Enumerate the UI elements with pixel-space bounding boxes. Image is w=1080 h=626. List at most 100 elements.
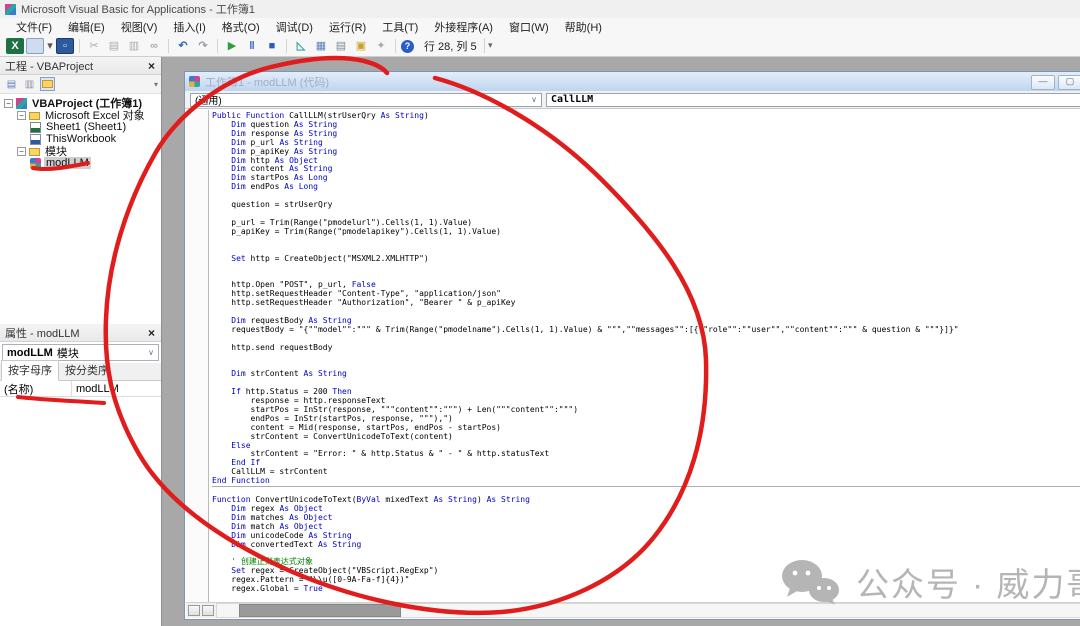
procedure-view-button[interactable]	[188, 605, 200, 616]
code-window-title: 工作簿1 - modLLM (代码)	[205, 74, 329, 90]
code-editor[interactable]: Public Function CallLLM(strUserQry As St…	[209, 110, 1080, 602]
properties-window-icon[interactable]: ▤	[332, 38, 350, 54]
project-panel-close-icon[interactable]: ×	[144, 59, 159, 73]
code-line[interactable]: Dim http As Object	[212, 157, 1080, 166]
toggle-folders-icon[interactable]	[40, 77, 55, 91]
menu-item[interactable]: 窗口(W)	[501, 18, 557, 36]
tree-item-microsoft-excel-[interactable]: −Microsoft Excel 对象	[0, 109, 161, 121]
tree-item--[interactable]: −模块	[0, 145, 161, 157]
code-line[interactable]: End Function	[212, 477, 1080, 487]
horizontal-scrollbar-thumb[interactable]	[239, 604, 401, 617]
project-explorer-icon[interactable]: ▦	[312, 38, 330, 54]
code-margin-indicator-bar[interactable]	[186, 110, 209, 602]
design-mode-icon[interactable]: ◺	[292, 38, 310, 54]
properties-object-combo[interactable]: modLLM 模块 ∨	[2, 344, 159, 361]
tree-item-thisworkbook[interactable]: ThisWorkbook	[0, 133, 161, 145]
code-line[interactable]: http.setRequestHeader "Authorization", "…	[212, 299, 1080, 308]
code-line[interactable]: Dim strContent As String	[212, 370, 1080, 379]
view-code-icon[interactable]: ▤	[4, 77, 19, 91]
code-line[interactable]: strContent = "Error: " & http.Status & "…	[212, 450, 1080, 459]
property-row[interactable]: (名称) modLLM	[0, 381, 161, 397]
properties-panel-close-icon[interactable]: ×	[144, 326, 159, 340]
code-line[interactable]: requestBody = "{""model"":""" & Trim(Ran…	[212, 326, 1080, 335]
tree-expander-icon[interactable]: −	[17, 147, 26, 156]
code-line[interactable]: Public Function CallLLM(strUserQry As St…	[212, 112, 1080, 121]
procedure-dropdown[interactable]: CallLLM	[546, 93, 1080, 107]
code-line[interactable]: p_apiKey = Trim(Range("pmodelapikey").Ce…	[212, 228, 1080, 237]
find-icon[interactable]: ∞	[145, 38, 163, 54]
properties-panel-title: 属性 - modLLM	[5, 325, 144, 341]
property-value[interactable]: modLLM	[72, 383, 119, 395]
menu-item[interactable]: 视图(V)	[113, 18, 166, 36]
redo-icon[interactable]: ↷	[194, 38, 212, 54]
code-line[interactable]: Dim question As String	[212, 121, 1080, 130]
project-panel-toolbar: ▤ ▥ ▾	[0, 75, 161, 94]
menu-item[interactable]: 运行(R)	[321, 18, 374, 36]
tree-expander-icon[interactable]: −	[17, 111, 26, 120]
code-line[interactable]	[212, 263, 1080, 272]
code-line[interactable]: Dim p_url As String	[212, 139, 1080, 148]
tab-alphabetic[interactable]: 按字母序	[1, 360, 59, 381]
code-line[interactable]: Dim content As String	[212, 165, 1080, 174]
project-tree: −VBAProject (工作簿1)−Microsoft Excel 对象She…	[0, 94, 161, 324]
code-window-title-bar[interactable]: 工作簿1 - modLLM (代码) — ▢	[185, 72, 1080, 91]
code-line[interactable]: strContent = ConvertUnicodeToText(conten…	[212, 433, 1080, 442]
code-line[interactable]: http.send requestBody	[212, 344, 1080, 353]
reset-icon[interactable]: ■	[263, 38, 281, 54]
code-line[interactable]	[212, 335, 1080, 344]
code-line[interactable]	[212, 549, 1080, 558]
view-object-icon[interactable]: ▥	[22, 77, 37, 91]
code-line[interactable]	[212, 352, 1080, 361]
object-dropdown[interactable]: (通用) ∨	[190, 93, 542, 107]
tree-expander-icon[interactable]: −	[4, 99, 13, 108]
code-line[interactable]: Dim endPos As Long	[212, 183, 1080, 192]
folder-icon	[29, 148, 40, 156]
excel-icon[interactable]: X	[6, 38, 24, 54]
code-line[interactable]: Function ConvertUnicodeToText(ByVal mixe…	[212, 496, 1080, 505]
code-line[interactable]: End If	[212, 459, 1080, 468]
save-icon[interactable]: ▫	[56, 38, 74, 54]
help-icon[interactable]: ?	[401, 40, 414, 53]
code-line[interactable]: Dim response As String	[212, 130, 1080, 139]
cut-icon[interactable]: ✂	[85, 38, 103, 54]
tab-categorized[interactable]: 按分类序	[59, 361, 115, 380]
project-panel-header[interactable]: 工程 - VBAProject ×	[0, 57, 161, 75]
tree-item-modllm[interactable]: modLLM	[0, 157, 161, 169]
code-line[interactable]: question = strUserQry	[212, 201, 1080, 210]
property-name: (名称)	[0, 381, 72, 396]
code-line[interactable]: Dim regex As Object	[212, 505, 1080, 514]
menu-item[interactable]: 编辑(E)	[60, 18, 113, 36]
code-line[interactable]: Dim matches As Object	[212, 514, 1080, 523]
maximize-button[interactable]: ▢	[1058, 75, 1080, 90]
code-line[interactable]: CallLLM = strContent	[212, 468, 1080, 477]
code-line[interactable]: Set http = CreateObject("MSXML2.XMLHTTP"…	[212, 255, 1080, 264]
dropdown-caret[interactable]: ▾	[46, 38, 54, 54]
object-browser-icon[interactable]: ▣	[352, 38, 370, 54]
project-explorer-panel: 工程 - VBAProject × ▤ ▥ ▾ −VBAProject (工作簿…	[0, 57, 162, 324]
copy-icon[interactable]: ▤	[105, 38, 123, 54]
break-icon[interactable]: ‖	[243, 38, 261, 54]
properties-panel-header[interactable]: 属性 - modLLM ×	[0, 324, 161, 342]
undo-icon[interactable]: ↶	[174, 38, 192, 54]
menu-item[interactable]: 帮助(H)	[557, 18, 610, 36]
properties-empty-area	[0, 397, 161, 626]
paste-icon[interactable]: ▥	[125, 38, 143, 54]
code-line[interactable]: Dim startPos As Long	[212, 174, 1080, 183]
insert-userform-icon[interactable]	[26, 38, 44, 54]
chevron-down-icon[interactable]: ▾	[154, 80, 158, 89]
code-line[interactable]	[212, 192, 1080, 201]
menu-item[interactable]: 调试(D)	[268, 18, 321, 36]
minimize-button[interactable]: —	[1031, 75, 1055, 90]
menu-item[interactable]: 文件(F)	[8, 18, 60, 36]
toolbar-overflow-chevron-icon[interactable]: ▾	[484, 38, 496, 53]
full-module-view-button[interactable]	[202, 605, 214, 616]
menu-item[interactable]: 工具(T)	[374, 18, 426, 36]
menu-item[interactable]: 插入(I)	[165, 18, 213, 36]
menu-item[interactable]: 格式(O)	[214, 18, 268, 36]
run-icon[interactable]: ▶	[223, 38, 241, 54]
menu-item[interactable]: 外接程序(A)	[426, 18, 501, 36]
code-line[interactable]: Dim convertedText As String	[212, 541, 1080, 550]
msforms-icon[interactable]: ✦	[372, 38, 390, 54]
code-line[interactable]	[212, 237, 1080, 246]
code-line[interactable]: Dim p_apiKey As String	[212, 148, 1080, 157]
